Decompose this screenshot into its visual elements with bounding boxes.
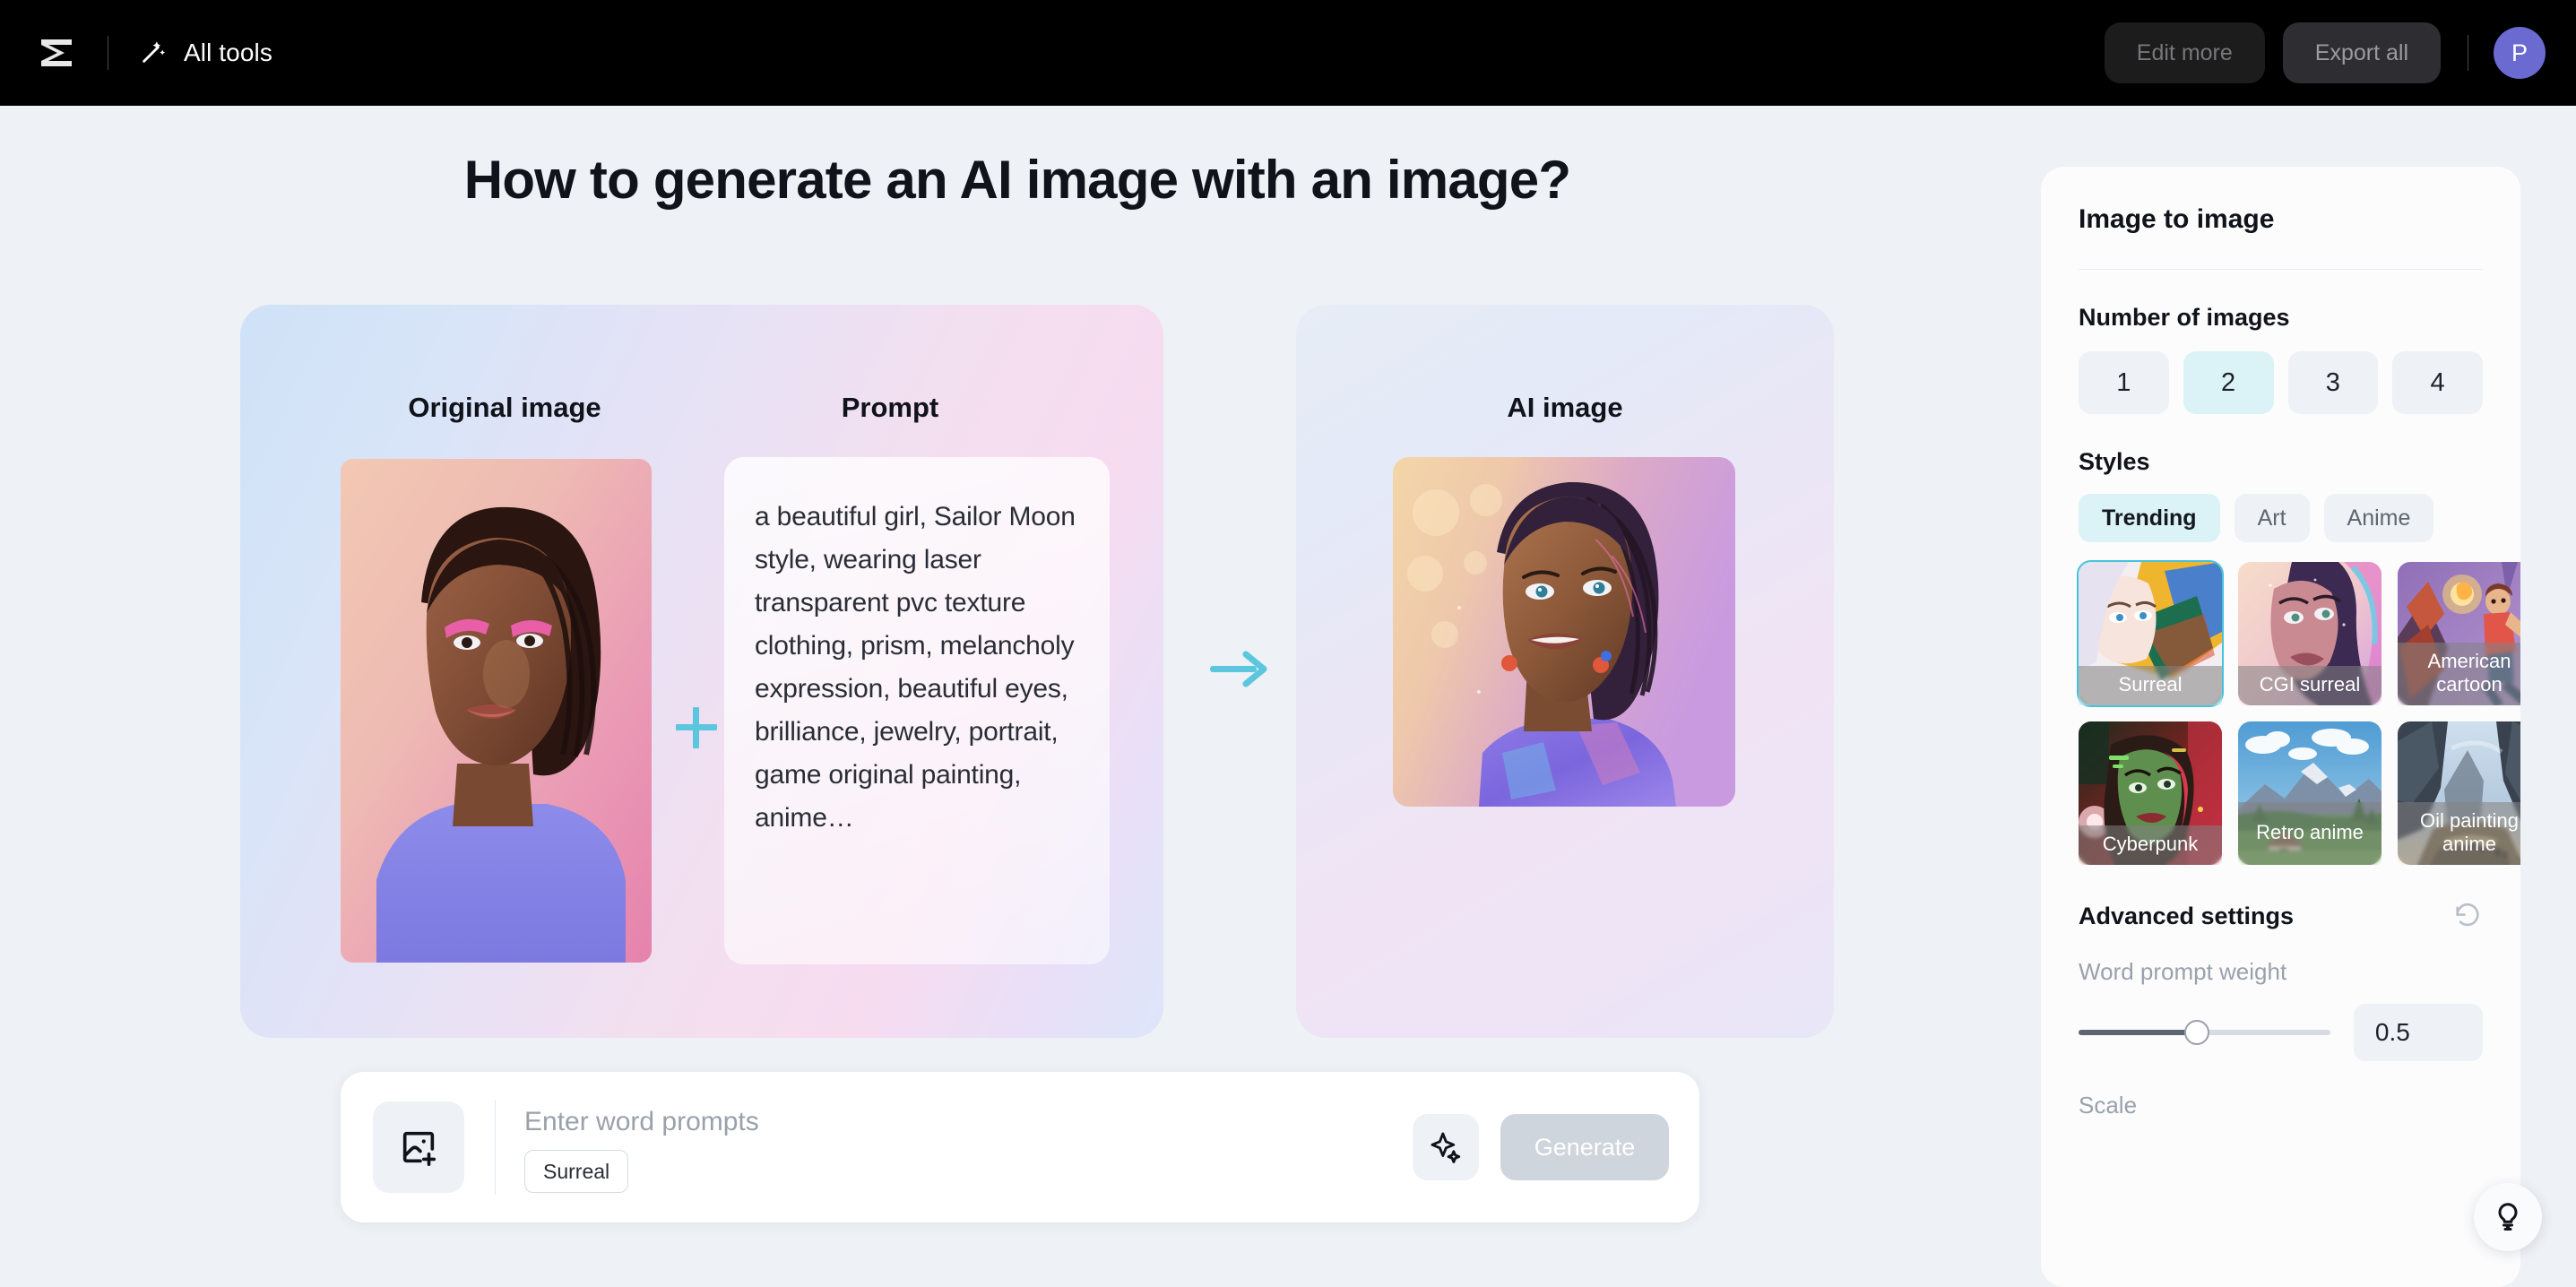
prompt-preview-box: a beautiful girl, Sailor Moon style, wea… xyxy=(724,457,1110,964)
ai-image-heading: AI image xyxy=(1507,392,1623,423)
tab-anime[interactable]: Anime xyxy=(2323,494,2434,542)
style-label-retro-anime: Retro anime xyxy=(2238,802,2382,865)
styles-grid: Surreal CGI surreal American cartoon Cyb… xyxy=(2077,560,2520,865)
number-option-1[interactable]: 1 xyxy=(2079,351,2169,414)
word-prompt-weight-row: 0.5 xyxy=(2079,1004,2483,1061)
reset-icon[interactable] xyxy=(2452,901,2483,931)
advanced-settings-title: Advanced settings xyxy=(2079,902,2295,929)
prompt-input-bar: Enter word prompts Surreal Generate xyxy=(341,1072,1699,1222)
styles-label: Styles xyxy=(2079,448,2150,475)
page-title: How to generate an AI image with an imag… xyxy=(463,150,1571,210)
prompt-input-placeholder[interactable]: Enter word prompts xyxy=(524,1107,1413,1137)
plus-icon xyxy=(670,702,722,754)
style-card-cyberpunk[interactable]: Cyberpunk xyxy=(2079,721,2222,865)
word-prompt-weight-label: Word prompt weight xyxy=(2079,958,2287,985)
style-label-oil-painting-anime: Oil painting anime xyxy=(2398,802,2520,865)
word-prompt-weight-slider[interactable] xyxy=(2079,1020,2330,1045)
style-card-surreal[interactable]: Surreal xyxy=(2077,560,2224,707)
style-card-oil-painting-anime[interactable]: Oil painting anime xyxy=(2398,721,2520,865)
tab-trending[interactable]: Trending xyxy=(2079,494,2220,542)
output-showcase-card: AI image xyxy=(1296,305,1834,1038)
number-option-3[interactable]: 3 xyxy=(2287,351,2379,414)
panel-title: Image to image xyxy=(2079,204,2275,234)
style-chip[interactable]: Surreal xyxy=(524,1150,629,1193)
number-of-images-label: Number of images xyxy=(2079,304,2290,331)
style-card-retro-anime[interactable]: Retro anime xyxy=(2238,721,2382,865)
generate-button[interactable]: Generate xyxy=(1500,1114,1669,1180)
style-label-american-cartoon: American cartoon xyxy=(2398,643,2520,705)
prompt-input-area[interactable]: Enter word prompts Surreal xyxy=(524,1093,1413,1202)
page-body: How to generate an AI image with an imag… xyxy=(0,106,2576,1287)
settings-panel: Image to image Number of images 1 2 3 4 … xyxy=(2041,167,2520,1287)
original-image-heading: Original image xyxy=(408,392,601,423)
tab-art[interactable]: Art xyxy=(2234,494,2310,542)
original-image-thumbnail xyxy=(341,459,652,963)
edit-more-button[interactable]: Edit more xyxy=(2104,22,2265,83)
style-card-american-cartoon[interactable]: American cartoon xyxy=(2398,562,2520,705)
arrow-right-icon xyxy=(1206,647,1271,692)
slider-fill xyxy=(2079,1030,2198,1035)
capcut-logo-icon[interactable] xyxy=(36,35,77,71)
magic-wand-icon xyxy=(139,36,169,71)
slider-thumb[interactable] xyxy=(2184,1020,2210,1045)
style-card-cgi-surreal[interactable]: CGI surreal xyxy=(2238,562,2382,705)
all-tools-label: All tools xyxy=(184,39,272,66)
style-label-cyberpunk: Cyberpunk xyxy=(2079,825,2222,865)
add-image-icon[interactable] xyxy=(373,1101,464,1193)
all-tools-button[interactable]: All tools xyxy=(139,36,272,71)
number-option-4[interactable]: 4 xyxy=(2392,351,2483,414)
sparkle-icon[interactable] xyxy=(1413,1114,1479,1180)
style-label-surreal: Surreal xyxy=(2079,666,2222,705)
prompt-heading: Prompt xyxy=(841,392,939,423)
word-prompt-weight-value[interactable]: 0.5 xyxy=(2353,1004,2483,1061)
avatar[interactable]: P xyxy=(2494,27,2546,79)
number-option-2[interactable]: 2 xyxy=(2183,351,2274,414)
input-showcase-card: Original image Prompt a beautiful girl, … xyxy=(240,305,1163,1038)
style-label-cgi-surreal: CGI surreal xyxy=(2238,666,2382,705)
scale-label: Scale xyxy=(2079,1092,2138,1119)
panel-divider xyxy=(2079,269,2483,270)
prompt-text: a beautiful girl, Sailor Moon style, wea… xyxy=(755,502,1076,833)
styles-tabs: Trending Art Anime xyxy=(2079,494,2483,542)
advanced-settings-header: Advanced settings xyxy=(2079,901,2483,931)
number-of-images-group: 1 2 3 4 xyxy=(2079,351,2483,414)
ai-image-thumbnail xyxy=(1393,457,1735,807)
export-all-button[interactable]: Export all xyxy=(2282,22,2441,83)
input-bar-divider xyxy=(495,1100,496,1195)
top-bar: All tools Edit more Export all P xyxy=(0,0,2576,106)
lightbulb-icon[interactable] xyxy=(2474,1183,2542,1251)
